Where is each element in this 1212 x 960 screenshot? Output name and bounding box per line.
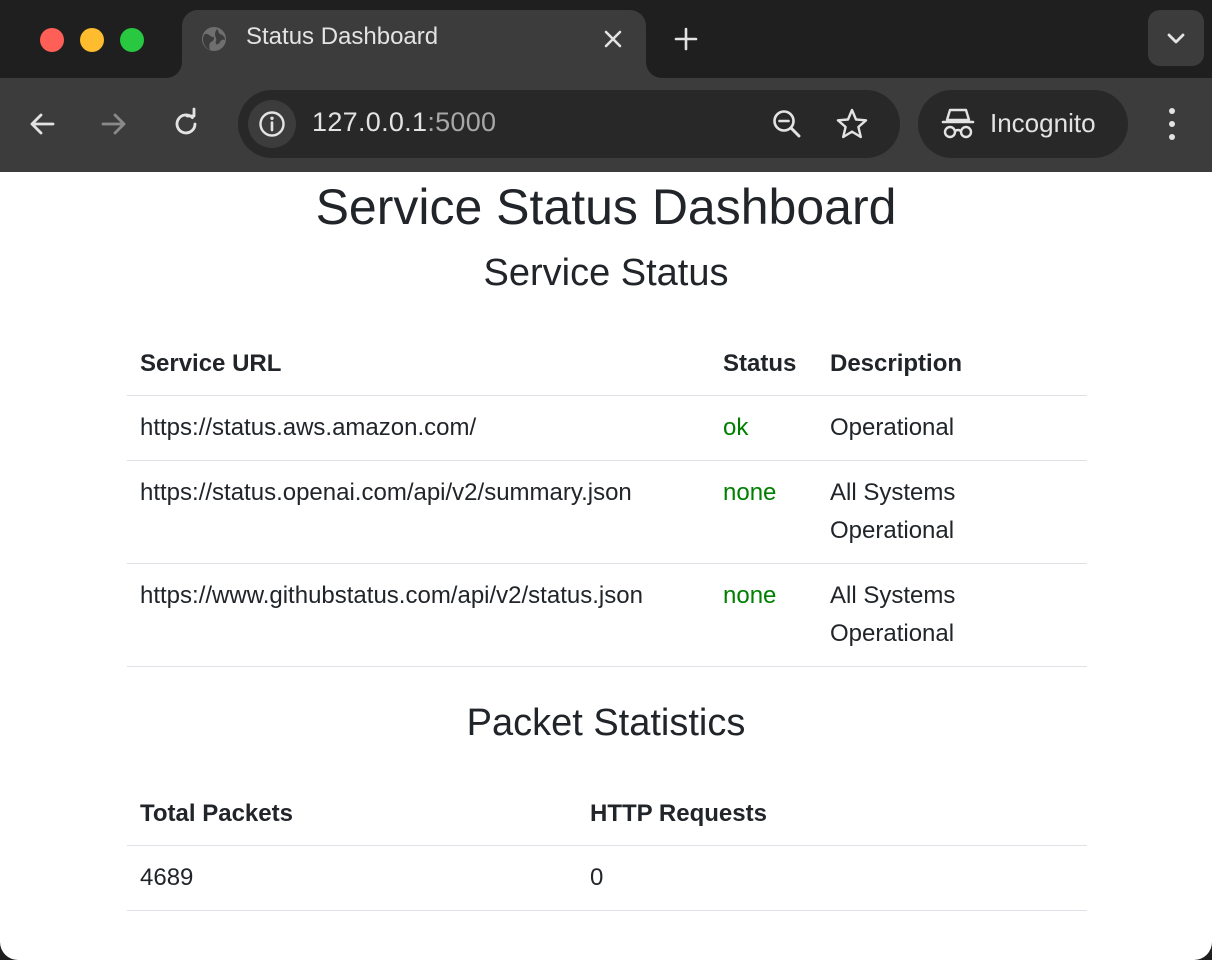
status-cell: ok (710, 395, 817, 461)
browser-tab-active[interactable]: Status Dashboard (182, 10, 646, 78)
close-window-button[interactable] (40, 28, 64, 52)
service-url-cell: https://status.openai.com/api/v2/summary… (127, 460, 710, 564)
service-status-table: Service URL Status Description https://s… (127, 338, 1087, 667)
column-header-description: Description (817, 338, 1087, 396)
http-requests-value: 0 (577, 845, 1087, 911)
packet-statistics-heading: Packet Statistics (466, 702, 746, 744)
table-header-row: Service URL Status Description (127, 338, 1087, 396)
service-url-cell: https://status.aws.amazon.com/ (127, 395, 710, 461)
maximize-window-button[interactable] (120, 28, 144, 52)
globe-icon (202, 27, 226, 51)
back-arrow-icon[interactable] (24, 106, 60, 142)
incognito-indicator[interactable]: Incognito (918, 90, 1128, 158)
description-cell: All Systems Operational (817, 563, 1087, 667)
description-cell: Operational (817, 395, 1087, 461)
incognito-icon (941, 108, 975, 139)
column-header-status: Status (710, 338, 817, 396)
address-bar[interactable]: 127.0.0.1:5000 (238, 90, 900, 158)
url-host: 127.0.0.1 (312, 107, 428, 137)
zoom-out-icon[interactable] (770, 107, 804, 141)
description-cell: All Systems Operational (817, 460, 1087, 564)
column-header-http-requests: HTTP Requests (577, 788, 1087, 846)
plus-icon[interactable] (670, 23, 702, 55)
tab-strip: Status Dashboard (0, 0, 1212, 78)
page-content: Service Status Dashboard Service Status … (0, 172, 1212, 960)
kebab-menu-icon[interactable] (1156, 102, 1188, 146)
table-row: https://www.githubstatus.com/api/v2/stat… (127, 563, 1087, 667)
browser-toolbar: 127.0.0.1:5000 Incognito (0, 78, 1212, 172)
total-packets-value: 4689 (127, 845, 577, 911)
url-port: :5000 (427, 107, 497, 137)
column-header-total-packets: Total Packets (127, 788, 577, 846)
minimize-window-button[interactable] (80, 28, 104, 52)
status-cell: none (710, 460, 817, 564)
chevron-down-icon (1167, 33, 1185, 44)
page-title: Service Status Dashboard (315, 179, 897, 235)
tab-title: Status Dashboard (246, 23, 439, 50)
column-header-service-url: Service URL (127, 338, 710, 396)
table-header-row: Total Packets HTTP Requests (127, 788, 1087, 846)
star-icon[interactable] (834, 106, 870, 142)
table-row: https://status.aws.amazon.com/ ok Operat… (127, 395, 1087, 461)
url-text: 127.0.0.1:5000 (312, 107, 496, 138)
incognito-label: Incognito (990, 108, 1096, 138)
packet-statistics-table: Total Packets HTTP Requests 4689 0 (127, 788, 1087, 911)
site-info-button[interactable] (248, 100, 296, 148)
forward-arrow-icon[interactable] (96, 106, 132, 142)
service-status-heading: Service Status (483, 252, 729, 294)
status-cell: none (710, 563, 817, 667)
table-row: 4689 0 (127, 845, 1087, 911)
reload-icon[interactable] (168, 106, 204, 142)
info-icon (259, 111, 285, 137)
service-url-cell: https://www.githubstatus.com/api/v2/stat… (127, 563, 710, 667)
table-row: https://status.openai.com/api/v2/summary… (127, 460, 1087, 564)
close-icon[interactable] (598, 24, 628, 54)
tab-search-button[interactable] (1148, 10, 1204, 66)
